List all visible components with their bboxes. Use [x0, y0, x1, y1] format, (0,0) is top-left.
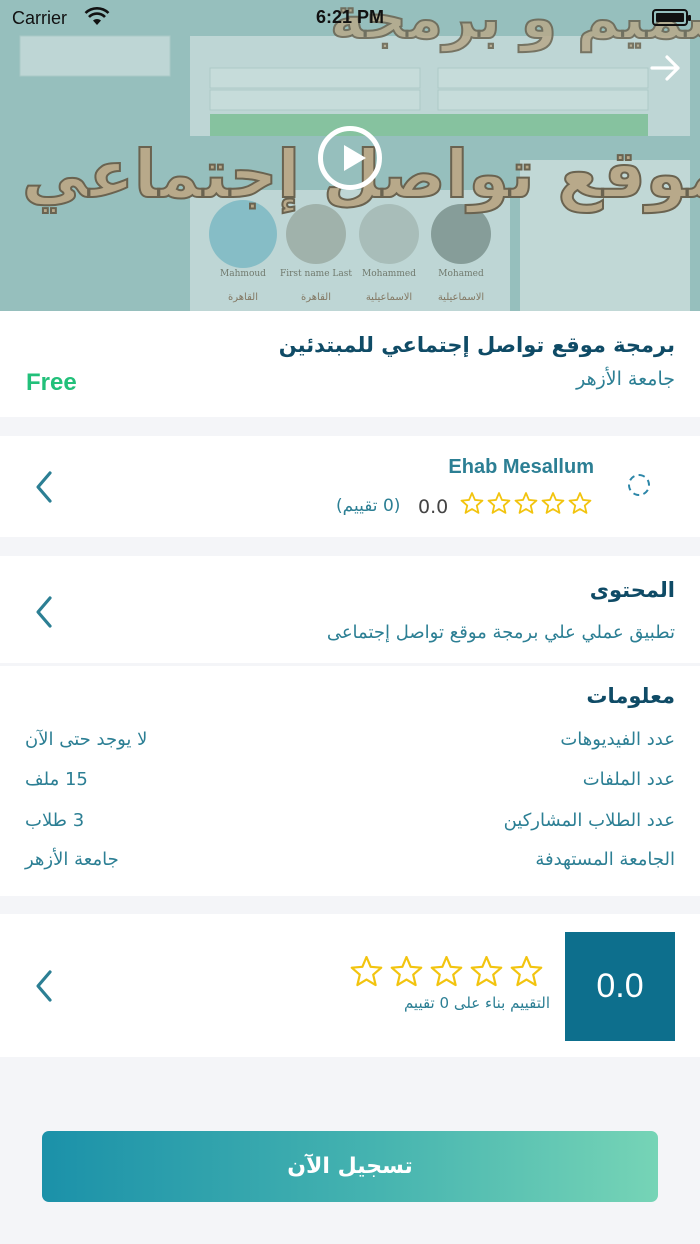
star-outline-icon — [568, 492, 592, 514]
share-arrow-icon[interactable] — [648, 50, 684, 86]
star-outline-icon — [460, 492, 484, 514]
rating-score-box: 0.0 — [565, 932, 675, 1041]
info-label: الجامعة المستهدفة — [535, 849, 675, 870]
course-header-card: برمجة موقع تواصل إجتماعي للمبتدئين جامعة… — [0, 311, 700, 417]
star-outline-icon — [514, 492, 538, 514]
register-now-button[interactable]: تسجيل الآن — [42, 1131, 658, 1202]
chevron-left-icon[interactable] — [30, 467, 58, 507]
course-university: جامعة الأزهر — [576, 368, 675, 390]
instructor-card[interactable]: Ehab Mesallum 0.0 (0 تقييم) — [0, 436, 700, 537]
info-value: لا يوجد حتى الآن — [25, 729, 148, 750]
star-outline-icon — [350, 955, 383, 987]
star-outline-icon — [430, 955, 463, 987]
status-bar: Carrier 6:21 PM — [0, 0, 700, 36]
course-price: Free — [26, 369, 77, 396]
star-outline-icon — [541, 492, 565, 514]
content-description: تطبيق عملي علي برمجة موقع تواصل إجتماعى — [326, 622, 675, 643]
star-outline-icon — [510, 955, 543, 987]
info-row-students: عدد الطلاب المشاركين 3 طلاب — [25, 810, 675, 840]
info-value: جامعة الأزهر — [25, 849, 119, 870]
info-row-videos: عدد الفيديوهات لا يوجد حتى الآن — [25, 729, 675, 759]
instructor-name[interactable]: Ehab Mesallum — [448, 456, 594, 479]
info-row-files: عدد الملفات 15 ملف — [25, 769, 675, 799]
content-card[interactable]: المحتوى تطبيق عملي علي برمجة موقع تواصل … — [0, 556, 700, 663]
info-label: عدد الفيديوهات — [560, 729, 675, 750]
star-outline-icon — [487, 492, 511, 514]
chevron-left-icon[interactable] — [30, 592, 58, 632]
spinner-icon — [628, 474, 650, 496]
status-time: 6:21 PM — [315, 7, 385, 27]
instructor-rating-score: 0.0 — [418, 496, 449, 518]
info-label: عدد الطلاب المشاركين — [503, 810, 675, 831]
star-outline-icon — [390, 955, 423, 987]
course-title: برمجة موقع تواصل إجتماعي للمبتدئين — [278, 333, 675, 357]
course-video-preview[interactable]: Mahmoud First name Last Mohammed Mohamed… — [0, 0, 700, 311]
play-icon[interactable] — [318, 126, 382, 190]
rating-stars — [350, 955, 550, 994]
instructor-rating-count: (0 تقييم) — [336, 496, 401, 516]
info-row-university: الجامعة المستهدفة جامعة الأزهر — [25, 849, 675, 879]
info-value: 3 طلاب — [25, 810, 85, 831]
instructor-stars — [460, 492, 592, 520]
info-card: معلومات عدد الفيديوهات لا يوجد حتى الآن … — [0, 666, 700, 896]
content-heading: المحتوى — [589, 578, 675, 602]
star-outline-icon — [470, 955, 503, 987]
info-heading: معلومات — [586, 684, 675, 708]
info-value: 15 ملف — [25, 769, 88, 790]
rating-note: التقييم بناء على 0 تقييم — [403, 994, 550, 1012]
rating-card[interactable]: 0.0 التقييم بناء على 0 تقييم — [0, 914, 700, 1057]
chevron-left-icon[interactable] — [30, 966, 58, 1006]
battery-icon — [652, 9, 691, 26]
info-label: عدد الملفات — [582, 769, 675, 790]
